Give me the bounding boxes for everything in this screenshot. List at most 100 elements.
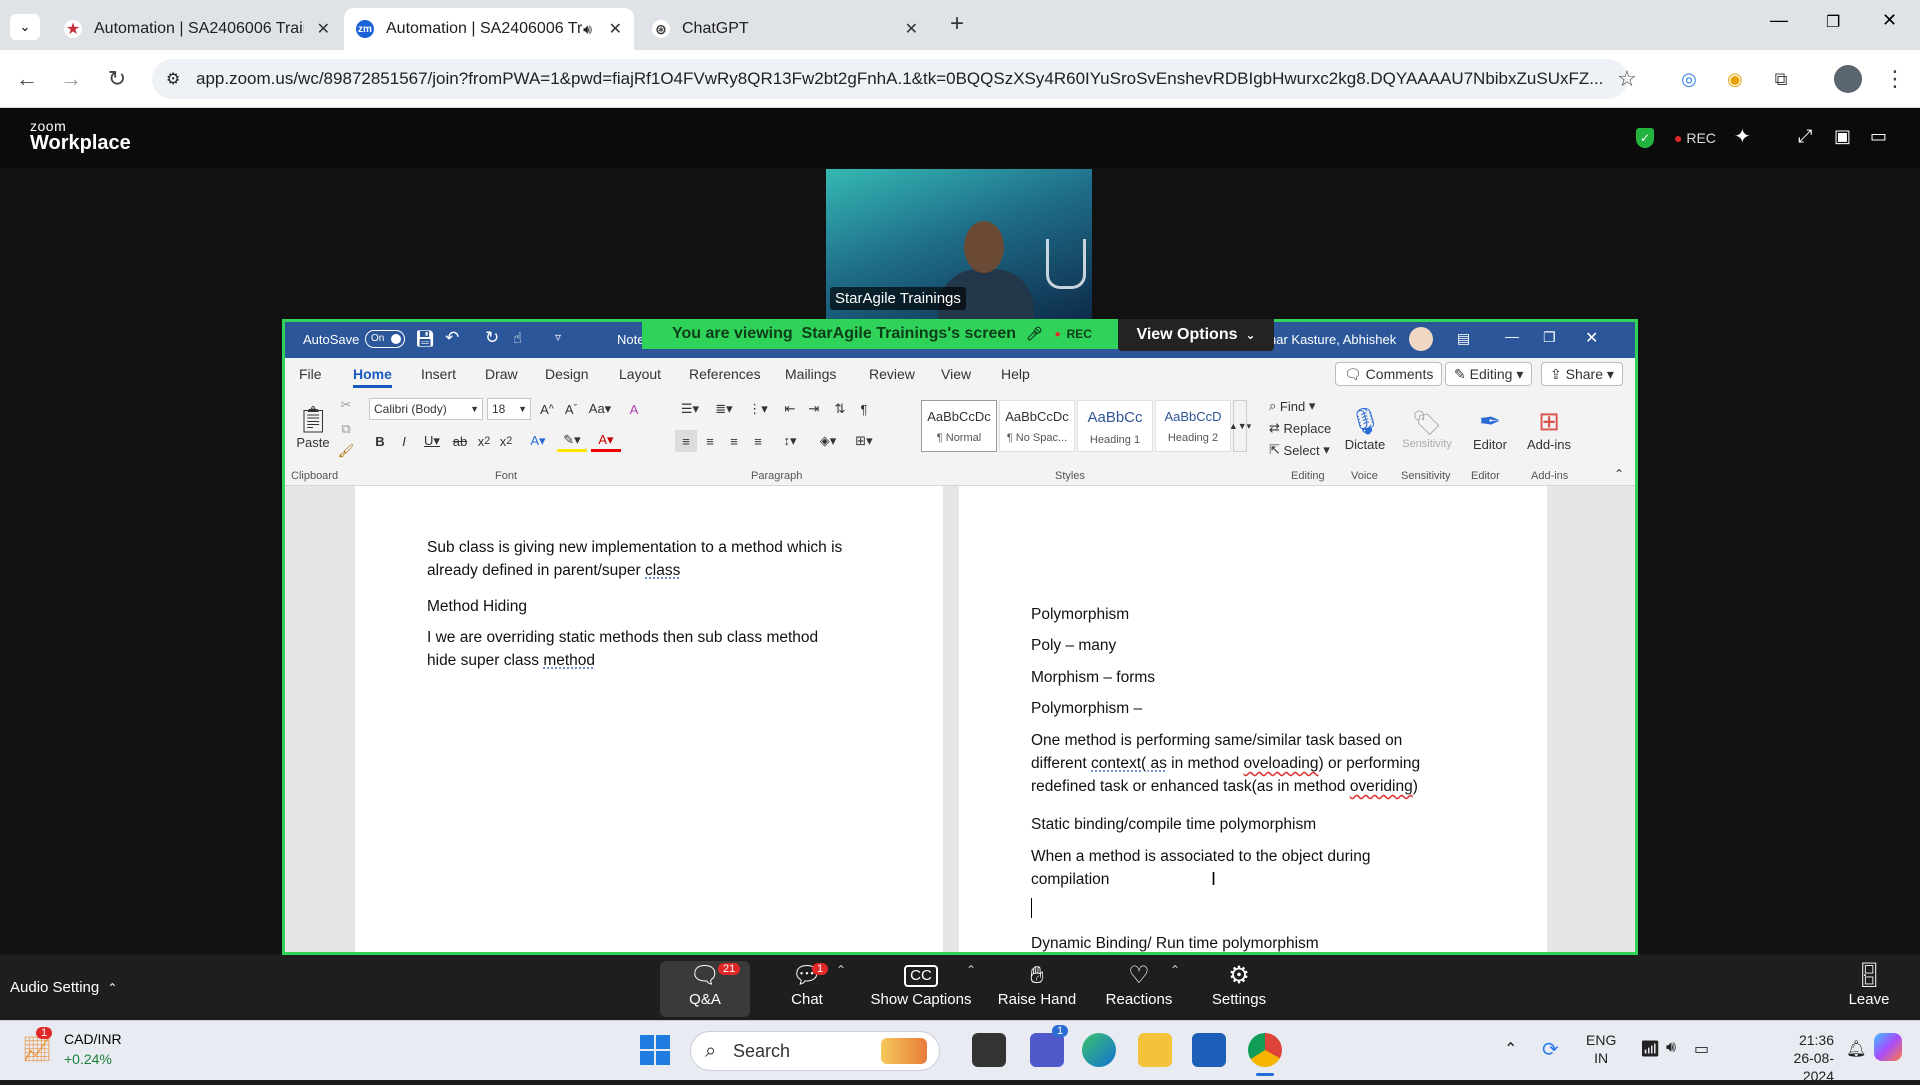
task-view-icon[interactable] <box>972 1033 1006 1067</box>
tab-references[interactable]: References <box>689 366 761 382</box>
store-icon[interactable] <box>1192 1033 1226 1067</box>
shrink-font-icon[interactable]: Aˇ <box>561 398 581 420</box>
extension-icon[interactable]: ◉ <box>1720 64 1750 94</box>
tab-mailings[interactable]: Mailings <box>785 366 836 382</box>
more-menu-icon[interactable]: ⋮ <box>1880 64 1910 94</box>
style-heading-2[interactable]: AaBbCcD Heading 2 <box>1155 400 1231 452</box>
change-case-icon[interactable]: Aa▾ <box>585 398 615 420</box>
close-icon[interactable]: ✕ <box>317 19 330 39</box>
style-normal[interactable]: AaBbCcDc ¶ Normal <box>921 400 997 452</box>
subscript-button[interactable]: x2 <box>473 430 495 452</box>
extensions-puzzle-icon[interactable]: ⧉ <box>1766 64 1796 94</box>
italic-button[interactable]: I <box>393 430 415 452</box>
justify-icon[interactable]: ≡ <box>747 430 769 452</box>
teams-icon[interactable]: 1 <box>1030 1025 1069 1067</box>
minimize-icon[interactable]: — <box>1505 328 1519 344</box>
tab-draw[interactable]: Draw <box>485 366 518 382</box>
audio-setting-button[interactable]: Audio Setting ⌃ <box>10 979 117 996</box>
tab-insert[interactable]: Insert <box>421 366 456 382</box>
speaker-icon[interactable]: 🔊︎ <box>583 21 592 38</box>
reload-icon[interactable]: ↻ <box>102 64 132 94</box>
clear-formatting-icon[interactable]: A <box>623 398 645 420</box>
taskbar-search[interactable]: ⌕ Search <box>690 1031 940 1071</box>
forward-arrow-icon[interactable]: → <box>56 64 86 94</box>
sort-icon[interactable]: ⇅ <box>829 398 851 420</box>
extension-icon[interactable]: ◎ <box>1674 64 1704 94</box>
wifi-icon[interactable]: 📶︎ <box>1640 1039 1660 1059</box>
show-marks-icon[interactable]: ¶ <box>853 398 875 420</box>
numbering-icon[interactable]: ≣▾ <box>709 398 739 420</box>
view-options-button[interactable]: View Options ⌄ <box>1118 319 1274 351</box>
captions-chevron-icon[interactable]: ⌃ <box>966 963 976 977</box>
browser-tab-active[interactable]: zm Automation | SA2406006 Tr 🔊︎ ✕ <box>344 8 634 50</box>
line-spacing-icon[interactable]: ↕▾ <box>775 430 805 452</box>
tab-view[interactable]: View <box>941 366 971 382</box>
raise-hand-button[interactable]: ✋︎ Raise Hand <box>992 961 1082 1017</box>
tab-layout[interactable]: Layout <box>619 366 661 382</box>
tab-design[interactable]: Design <box>545 366 589 382</box>
format-painter-icon[interactable]: 🖌︎ <box>337 442 355 460</box>
dictate-button[interactable]: 🎙︎ Dictate <box>1341 394 1389 464</box>
paste-button[interactable]: 📋︎ Paste <box>293 396 333 458</box>
ribbon-display-icon[interactable]: ▤ <box>1457 330 1470 347</box>
share-button[interactable]: ⇪ Share ▾ <box>1541 362 1623 386</box>
file-explorer-icon[interactable] <box>1138 1033 1172 1067</box>
restore-icon[interactable]: ❐ <box>1826 12 1840 32</box>
bullets-icon[interactable]: ☰▾ <box>675 398 705 420</box>
autosave-toggle[interactable]: On <box>365 330 405 348</box>
customize-qat-icon[interactable]: ▿ <box>555 330 561 344</box>
chrome-icon[interactable] <box>1248 1033 1282 1067</box>
comments-button[interactable]: 🗨︎ Comments <box>1335 362 1443 386</box>
collapse-ribbon-icon[interactable]: ⌃ <box>1611 466 1627 482</box>
bookmark-star-icon[interactable]: ☆ <box>1612 64 1642 94</box>
user-avatar[interactable] <box>1409 327 1433 351</box>
leave-button[interactable]: 🚪︎ Leave <box>1824 961 1914 1017</box>
shield-check-icon[interactable]: ✓ <box>1636 128 1654 148</box>
notification-bell-icon[interactable]: 🔔︎ <box>1846 1039 1866 1059</box>
decrease-indent-icon[interactable]: ⇤ <box>779 398 801 420</box>
multilevel-list-icon[interactable]: ⋮▾ <box>743 398 773 420</box>
grow-font-icon[interactable]: A ^ <box>537 398 557 420</box>
restore-icon[interactable]: ❐ <box>1543 329 1556 346</box>
editing-mode-button[interactable]: ✎ Editing ▾ <box>1445 362 1533 386</box>
profile-avatar[interactable] <box>1834 65 1862 93</box>
volume-icon[interactable]: 🔊︎ <box>1666 1039 1676 1057</box>
tab-home[interactable]: Home <box>353 366 392 388</box>
reactions-chevron-icon[interactable]: ⌃ <box>1170 963 1180 977</box>
style-no-spacing[interactable]: AaBbCcDc ¶ No Spac... <box>999 400 1075 452</box>
tab-help[interactable]: Help <box>1001 366 1030 382</box>
font-name-select[interactable]: Calibri (Body) ▼ <box>369 398 483 420</box>
font-color-icon[interactable]: A▾ <box>591 430 621 452</box>
settings-button[interactable]: ⚙︎ Settings <box>1194 961 1284 1017</box>
ai-sparkle-icon[interactable]: ✦ <box>1734 124 1751 149</box>
close-window-icon[interactable]: ✕ <box>1882 10 1897 31</box>
gallery-view-icon[interactable]: ▣ <box>1834 126 1851 147</box>
cut-icon[interactable]: ✂ <box>337 396 355 414</box>
windows-start-icon[interactable] <box>640 1035 670 1065</box>
strikethrough-button[interactable]: ab <box>449 430 471 452</box>
shading-icon[interactable]: ◈▾ <box>813 430 843 452</box>
tab-file[interactable]: File <box>299 366 322 382</box>
highlight-icon[interactable]: ✎▾ <box>557 430 587 452</box>
clock[interactable]: 21:36 26-08-2024 <box>1770 1031 1834 1085</box>
close-icon[interactable]: ✕ <box>609 19 622 39</box>
edge-icon[interactable] <box>1082 1033 1116 1067</box>
select-button[interactable]: ⇱ Select ▾ <box>1269 440 1330 460</box>
copy-icon[interactable]: ⧉ <box>337 420 355 438</box>
align-left-icon[interactable]: ≡ <box>675 430 697 452</box>
tab-search-chevron-icon[interactable]: ⌄ <box>10 14 40 40</box>
tab-review[interactable]: Review <box>869 366 915 382</box>
superscript-button[interactable]: x2 <box>495 430 517 452</box>
new-tab-button[interactable]: + <box>950 10 964 38</box>
weather-widget[interactable]: 📈︎ 1 CAD/INR +0.24% <box>22 1027 172 1073</box>
close-icon[interactable]: ✕ <box>905 19 918 39</box>
language-indicator[interactable]: ENG IN <box>1586 1031 1616 1067</box>
show-hidden-icons[interactable]: ⌃ <box>1504 1039 1517 1059</box>
align-right-icon[interactable]: ≡ <box>723 430 745 452</box>
bold-button[interactable]: B <box>369 430 391 452</box>
styles-gallery-scroll[interactable]: ▲▼▾ <box>1229 400 1251 452</box>
close-icon[interactable]: ✕ <box>1585 328 1598 348</box>
increase-indent-icon[interactable]: ⇥ <box>803 398 825 420</box>
copilot-icon[interactable] <box>1874 1033 1902 1061</box>
touch-mode-icon[interactable]: ☝︎ <box>513 329 522 347</box>
